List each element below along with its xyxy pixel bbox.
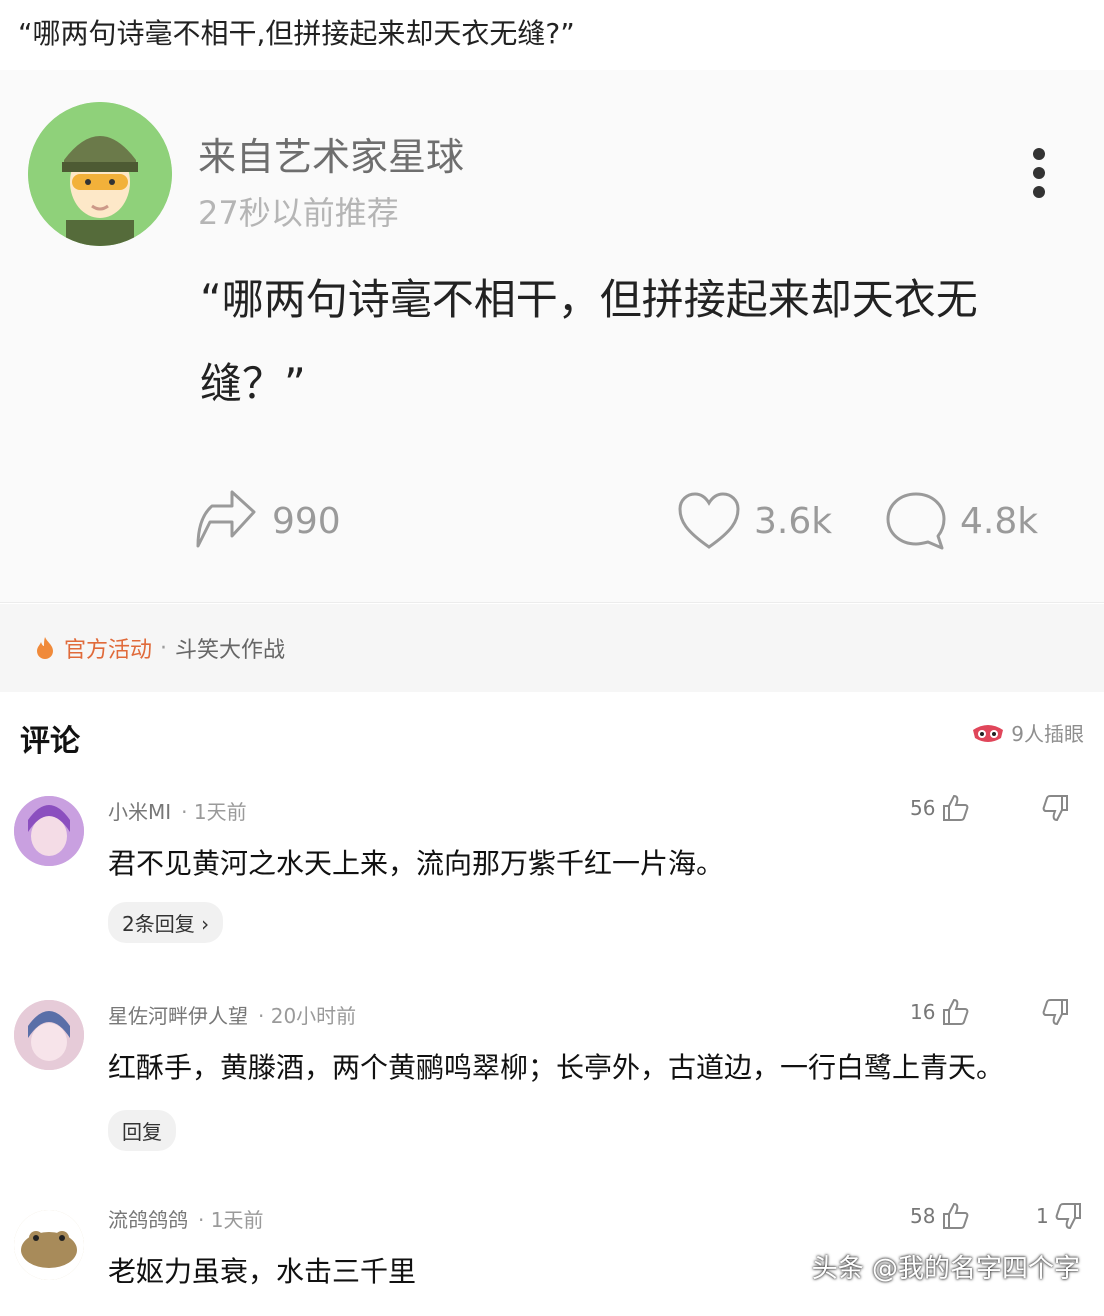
share-button[interactable]: 990 <box>192 490 341 552</box>
reply-button[interactable]: 回复 <box>108 1110 176 1151</box>
comment-dislike-button[interactable]: 1 <box>1036 1202 1083 1230</box>
comment-username[interactable]: 星佐河畔伊人望 <box>108 1004 248 1028</box>
comment-time: · 1天前 <box>198 1208 264 1232</box>
comment-bubble-icon <box>886 492 946 550</box>
post-text-line1: “哪两句诗毫不相干，但拼接起来却天衣无 <box>200 275 978 324</box>
comment-text: 红酥手，黄滕酒，两个黄鹂鸣翠柳；长亭外，古道边，一行白鹭上青天。 <box>108 1051 1005 1084</box>
author-name[interactable]: 来自艺术家星球 <box>198 126 464 181</box>
thumbs-up-icon <box>943 1202 969 1229</box>
comment-dislike-button[interactable] <box>1036 998 1070 1026</box>
activity-bar: 官方活动 · 斗笑大作战 <box>0 604 1104 692</box>
thumbs-up-icon <box>943 794 969 821</box>
activity-event: 斗笑大作战 <box>175 638 286 663</box>
comment-like-button[interactable]: 56 <box>910 794 969 822</box>
watermark: 头条 @我的名字四个字 <box>811 1254 1080 1284</box>
thumbs-down-icon <box>1042 795 1068 822</box>
comment-user[interactable]: 小米MI · 1天前 <box>108 796 247 825</box>
avatar-illustration <box>28 102 172 246</box>
thumbs-down-icon <box>1042 999 1068 1026</box>
eyes-icon <box>973 724 1004 742</box>
like-button[interactable]: 3.6k <box>676 490 832 552</box>
comment-user[interactable]: 流鸽鸽鸽 · 1天前 <box>108 1204 263 1233</box>
commenter-avatar[interactable] <box>14 1210 84 1280</box>
comment-username[interactable]: 流鸽鸽鸽 <box>108 1208 188 1232</box>
comment-like-count: 16 <box>910 1000 936 1024</box>
comments-heading: 评论 <box>20 724 80 759</box>
flame-icon <box>37 637 53 659</box>
frog-avatar-icon <box>14 1210 84 1280</box>
share-icon <box>196 490 256 548</box>
activity-separator: · <box>160 635 168 661</box>
post-time: 27秒以前推荐 <box>198 194 399 232</box>
thumbs-down-icon <box>1055 1203 1081 1230</box>
comment-time: · 1天前 <box>181 800 247 824</box>
post-text-line2: 缝？” <box>200 359 306 408</box>
comment-count: 4.8k <box>960 500 1039 542</box>
commenter-avatar[interactable] <box>14 1000 84 1070</box>
like-count: 3.6k <box>754 500 833 542</box>
comment-user[interactable]: 星佐河畔伊人望 · 20小时前 <box>108 1000 356 1029</box>
view-replies-button[interactable]: 2条回复 › <box>108 902 224 943</box>
official-activity-link[interactable]: 官方活动 · 斗笑大作战 <box>34 632 285 664</box>
post-card: 来自艺术家星球 27秒以前推荐 “哪两句诗毫不相干，但拼接起来却天衣无 缝？” … <box>0 70 1104 603</box>
comment-time: · 20小时前 <box>258 1004 357 1028</box>
comment-username[interactable]: 小米MI <box>108 800 171 824</box>
peek-text: 9人插眼 <box>1011 722 1084 746</box>
comment-text: 老妪力虽衰，水击三千里 <box>108 1255 417 1288</box>
anime-avatar-icon <box>14 796 84 866</box>
comment-like-count: 58 <box>910 1204 936 1228</box>
peek-indicator[interactable]: 9人插眼 <box>971 718 1084 747</box>
comment-like-count: 56 <box>910 796 936 820</box>
comment-dislike-count: 1 <box>1036 1204 1049 1228</box>
commenter-avatar[interactable] <box>14 796 84 866</box>
more-options-icon[interactable] <box>1026 148 1052 200</box>
comment-dislike-button[interactable] <box>1036 794 1070 822</box>
activity-label: 官方活动 <box>64 638 153 663</box>
thumbs-up-icon <box>943 998 969 1025</box>
comment-like-button[interactable]: 58 <box>910 1202 969 1230</box>
comment-like-button[interactable]: 16 <box>910 998 969 1026</box>
share-count: 990 <box>272 500 341 542</box>
comment-text: 君不见黄河之水天上来，流向那万紫千红一片海。 <box>108 847 725 880</box>
comments-section: 评论 9人插眼 小米MI · 1天前 君不见黄河之水天上来，流向那万紫千红一片海。… <box>0 692 1104 1316</box>
author-avatar[interactable] <box>28 102 172 246</box>
post-text: “哪两句诗毫不相干，但拼接起来却天衣无 缝？” <box>200 258 1080 426</box>
comment-button[interactable]: 4.8k <box>884 490 1038 552</box>
heart-icon <box>678 492 740 549</box>
anime-avatar-icon <box>14 1000 84 1070</box>
page-title: “哪两句诗毫不相干,但拼接起来却天衣无缝?” <box>18 17 575 50</box>
